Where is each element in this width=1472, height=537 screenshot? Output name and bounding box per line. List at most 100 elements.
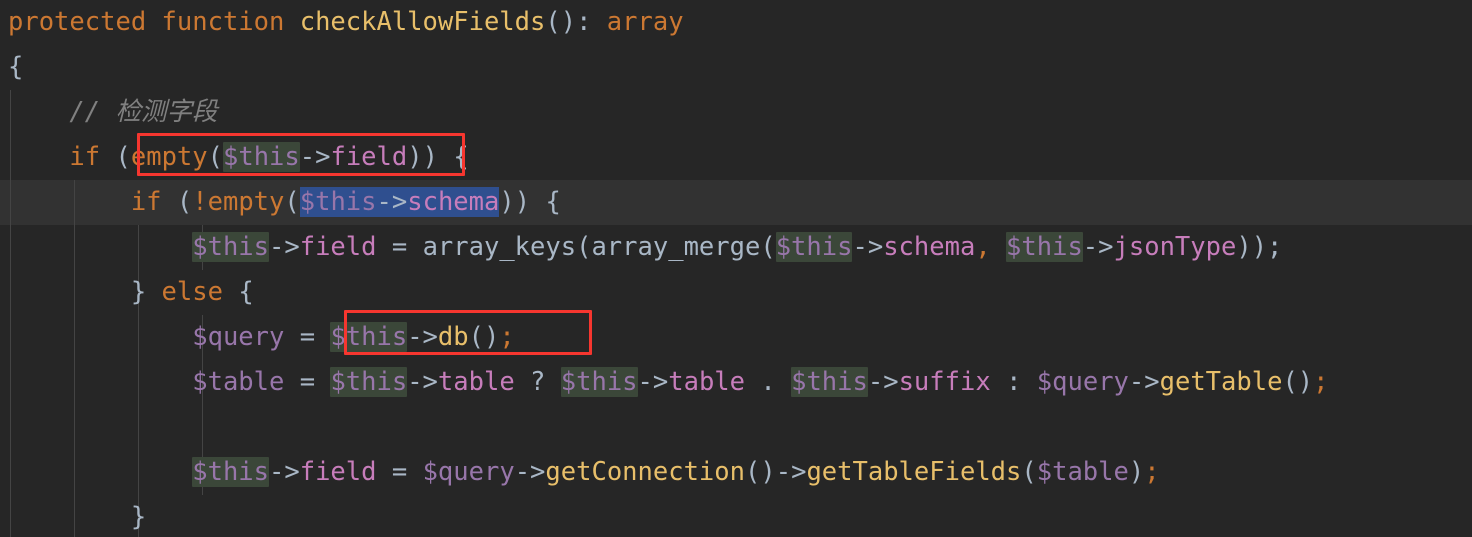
selected-expression[interactable]: $this->schema (299, 187, 500, 217)
assign-operator: = (299, 322, 316, 352)
variable-this: $this (330, 367, 408, 397)
open-paren-inner: ( (760, 232, 776, 262)
variable-table-arg: $table (1036, 457, 1129, 487)
variable-this-2: $this (560, 367, 638, 397)
close-parens: )) (499, 187, 531, 217)
open-paren-inner: ( (207, 142, 223, 172)
property-table: table (437, 367, 515, 397)
method-getconnection: getConnection (545, 457, 745, 487)
open-paren-inner: ( (284, 187, 300, 217)
semicolon: ; (1144, 457, 1160, 487)
arrow-operator-2: -> (514, 457, 546, 487)
variable-this: $this (192, 457, 269, 487)
variable-query: $query (1036, 367, 1129, 397)
assign-operator: = (391, 232, 408, 262)
concat-operator: . (760, 367, 776, 397)
code-line-10-blank[interactable] (0, 405, 1472, 450)
open-paren: ( (1021, 457, 1037, 487)
open-brace: { (8, 52, 24, 82)
ternary-question: ? (530, 367, 546, 397)
code-line-12[interactable]: } (0, 495, 1472, 537)
keyword-if: if (69, 142, 101, 172)
arrow-operator: -> (407, 367, 438, 397)
semicolon: ; (499, 322, 515, 352)
keyword-function: function (161, 7, 285, 37)
variable-this: $this (299, 187, 377, 217)
parens: () (545, 7, 577, 37)
arrow-operator: -> (376, 187, 408, 217)
code-line-6[interactable]: $this->field = array_keys(array_merge($t… (0, 225, 1472, 270)
code-content[interactable]: protected function checkAllowFields(): a… (0, 0, 1472, 537)
function-empty: empty (130, 142, 208, 172)
function-array-keys: array_keys (422, 232, 577, 262)
code-line-7[interactable]: } else { (0, 270, 1472, 315)
property-suffix: suffix (898, 367, 991, 397)
function-array-merge: array_merge (591, 232, 761, 262)
open-paren: ( (176, 187, 193, 217)
property-field: field (299, 232, 377, 262)
open-brace: { (453, 142, 469, 172)
close-parens-semi: )); (1236, 232, 1283, 262)
code-line-5[interactable]: if (!empty($this->schema)) { (0, 180, 1472, 225)
code-line-4[interactable]: if (empty($this->field)) { (0, 135, 1472, 180)
variable-this-2: $this (775, 232, 853, 262)
arrow-operator: -> (269, 232, 300, 262)
variable-this: $this (222, 142, 300, 172)
open-paren: ( (576, 232, 592, 262)
parens: () (468, 322, 500, 352)
code-editor[interactable]: protected function checkAllowFields(): a… (0, 0, 1472, 537)
open-paren: ( (115, 142, 131, 172)
variable-table: $table (192, 367, 285, 397)
code-line-3[interactable]: // 检测字段 (0, 90, 1472, 135)
code-line-2[interactable]: { (0, 45, 1472, 90)
variable-this: $this (192, 232, 269, 262)
assign-operator: = (391, 457, 408, 487)
not-operator: ! (192, 187, 208, 217)
property-schema: schema (883, 232, 976, 262)
code-line-1[interactable]: protected function checkAllowFields(): a… (0, 0, 1472, 45)
variable-query: $query (192, 322, 285, 352)
comment: // 检测字段 (69, 97, 218, 127)
close-brace: } (130, 277, 147, 307)
close-parens: )) (407, 142, 438, 172)
close-paren: ) (1128, 457, 1145, 487)
function-empty: empty (207, 187, 285, 217)
arrow-operator-4: -> (1128, 367, 1160, 397)
property-jsontype: jsonType (1113, 232, 1237, 262)
close-brace: } (130, 502, 147, 532)
keyword-if: if (130, 187, 162, 217)
open-brace: { (238, 277, 254, 307)
code-line-9[interactable]: $table = $this->table ? $this->table . $… (0, 360, 1472, 405)
method-gettable: getTable (1159, 367, 1283, 397)
variable-this: $this (330, 322, 408, 352)
return-type: array (606, 7, 684, 37)
variable-this-3: $this (1006, 232, 1083, 262)
property-field: field (299, 457, 377, 487)
function-name: checkAllowFields (299, 7, 546, 37)
keyword-else: else (161, 277, 223, 307)
code-line-8[interactable]: $query = $this->db(); (0, 315, 1472, 360)
variable-query: $query (422, 457, 515, 487)
ternary-colon: : (1006, 367, 1022, 397)
arrow-operator-2: -> (852, 232, 884, 262)
property-table-2: table (668, 367, 746, 397)
colon: : (576, 7, 592, 37)
arrow-operator-3: -> (1082, 232, 1114, 262)
arrow-operator: -> (407, 322, 438, 352)
arrow-operator-3: -> (867, 367, 899, 397)
code-line-11[interactable]: $this->field = $query->getConnection()->… (0, 450, 1472, 495)
parens: () (1282, 367, 1314, 397)
semicolon: ; (1313, 367, 1329, 397)
assign-operator: = (299, 367, 316, 397)
arrow-operator: -> (269, 457, 300, 487)
property-field: field (330, 142, 408, 172)
arrow-operator-2: -> (637, 367, 669, 397)
arrow-operator: -> (299, 142, 331, 172)
keyword-protected: protected (8, 7, 147, 37)
arrow-operator-3: -> (775, 457, 807, 487)
variable-this-3: $this (791, 367, 868, 397)
method-db: db (437, 322, 469, 352)
method-gettablefields: getTableFields (806, 457, 1022, 487)
property-schema: schema (407, 187, 500, 217)
parens: () (745, 457, 776, 487)
